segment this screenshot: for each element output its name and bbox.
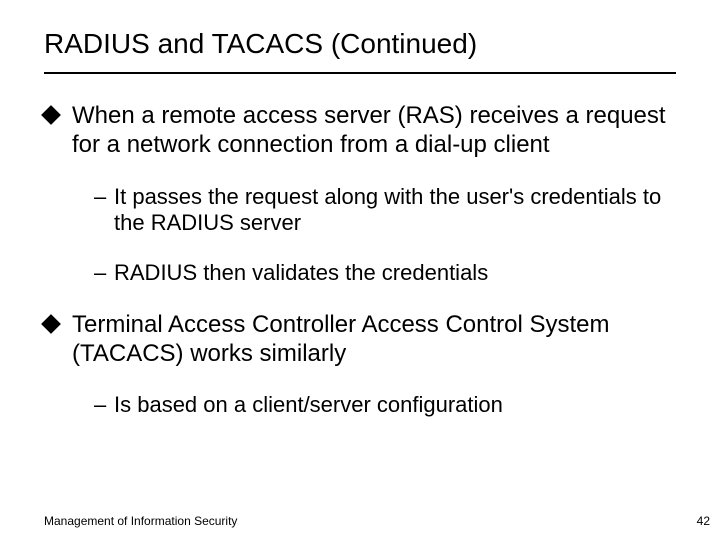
sub-text: Is based on a client/server configuratio… xyxy=(114,392,503,417)
sub-list: It passes the request along with the use… xyxy=(72,184,676,287)
bullet-item: When a remote access server (RAS) receiv… xyxy=(44,102,676,287)
sub-item: It passes the request along with the use… xyxy=(72,184,676,237)
bullet-text: When a remote access server (RAS) receiv… xyxy=(72,102,666,158)
bullet-list: When a remote access server (RAS) receiv… xyxy=(44,102,676,419)
page-number: 42 xyxy=(697,514,710,528)
sub-text: RADIUS then validates the credentials xyxy=(114,260,488,285)
diamond-icon xyxy=(41,314,61,334)
title-rule xyxy=(44,72,676,74)
bullet-text: Terminal Access Controller Access Contro… xyxy=(72,311,610,367)
diamond-icon xyxy=(41,105,61,125)
sub-item: RADIUS then validates the credentials xyxy=(72,260,676,286)
sub-text: It passes the request along with the use… xyxy=(114,184,661,235)
footer: Management of Information Security 42 xyxy=(44,514,710,528)
footer-text: Management of Information Security xyxy=(44,514,237,528)
slide: RADIUS and TACACS (Continued) When a rem… xyxy=(0,0,720,419)
bullet-item: Terminal Access Controller Access Contro… xyxy=(44,311,676,419)
slide-title: RADIUS and TACACS (Continued) xyxy=(44,28,676,60)
sub-list: Is based on a client/server configuratio… xyxy=(72,392,676,418)
sub-item: Is based on a client/server configuratio… xyxy=(72,392,676,418)
